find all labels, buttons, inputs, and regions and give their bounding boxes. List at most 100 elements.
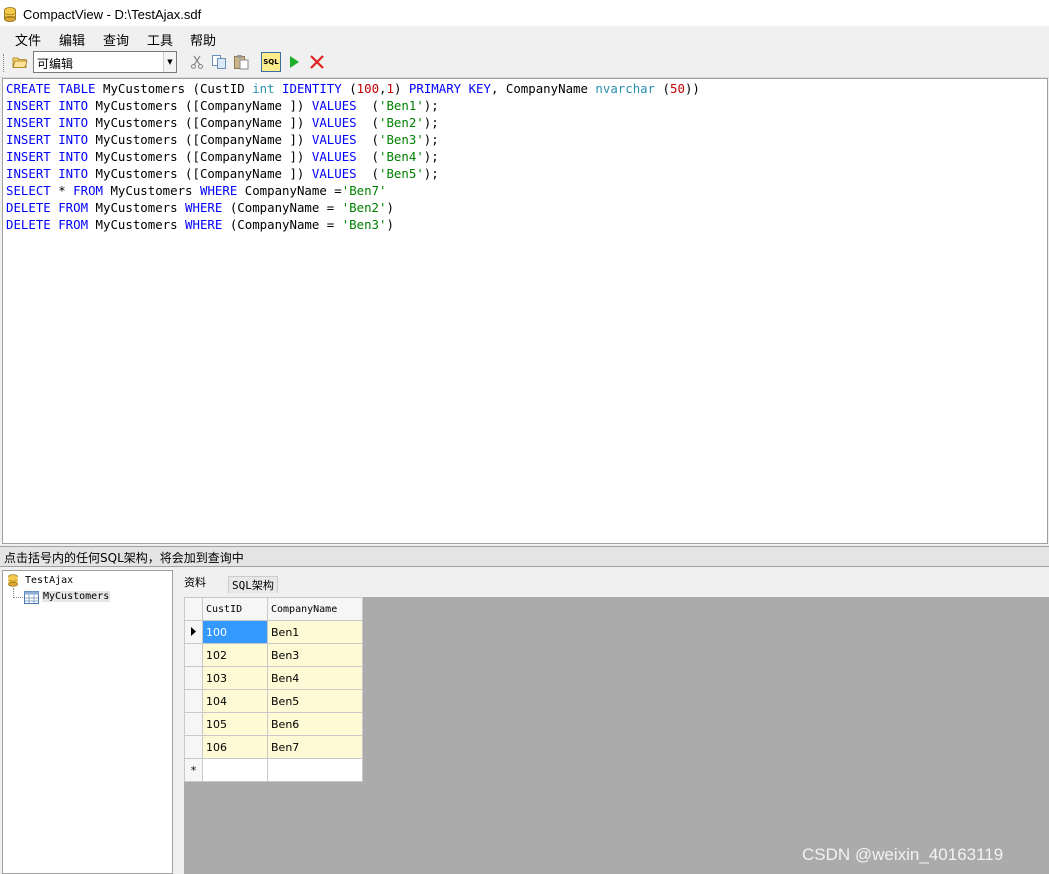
cell-new[interactable] [267,758,363,782]
toolbar-grip[interactable] [3,54,7,72]
menu-file[interactable]: 文件 [15,30,41,49]
code-line[interactable]: INSERT INTO MyCustomers ([CompanyName ])… [6,97,439,114]
cell-new[interactable] [202,758,268,782]
tree-table-mycustomers[interactable]: MyCustomers [42,591,111,602]
code-token: 100 [356,81,380,96]
code-line[interactable]: INSERT INTO MyCustomers ([CompanyName ])… [6,114,439,131]
row-selector-current[interactable] [184,620,203,644]
code-token: 'Ben3' [341,217,387,232]
table-row[interactable]: 103 Ben4 [184,666,363,690]
grid-area: CustID CompanyName 100 Ben1 102 Ben3 103 Ben4… [184,597,1049,874]
grid-corner[interactable] [184,597,203,621]
code-line[interactable]: DELETE FROM MyCustomers WHERE (CompanyNa… [6,199,394,216]
cell-custid[interactable]: 103 [202,666,268,690]
code-token: PRIMARY KEY [408,81,491,96]
code-token: ( [356,132,380,147]
cell-custid[interactable]: 104 [202,689,268,713]
code-token: 'Ben2' [341,200,387,215]
tab-data[interactable]: 资料 [184,574,206,590]
chevron-down-icon[interactable]: ▼ [163,52,176,72]
code-token: MyCustomers ([CompanyName ]) [88,132,312,147]
code-token: 'Ben2' [379,115,424,130]
cell-companyname[interactable]: Ben3 [267,643,363,667]
table-row[interactable]: 106 Ben7 [184,735,363,759]
code-token: INSERT INTO [6,98,89,113]
tab-sql-schema[interactable]: SQL架构 [228,576,278,593]
code-token: DELETE FROM [6,217,89,232]
code-token: SELECT [6,183,51,198]
sql-button[interactable]: SQL [261,52,281,72]
cell-companyname[interactable]: Ben6 [267,712,363,736]
code-token: WHERE [199,183,238,198]
cell-custid[interactable]: 106 [202,735,268,759]
menu-tools[interactable]: 工具 [147,30,173,49]
code-token: MyCustomers [88,217,186,232]
column-header-companyname[interactable]: CompanyName [267,597,363,621]
code-token: ); [423,115,439,130]
cell-custid[interactable]: 100 [202,620,268,644]
row-selector[interactable] [184,712,203,736]
code-line[interactable]: INSERT INTO MyCustomers ([CompanyName ])… [6,165,439,182]
code-token: 50 [670,81,685,96]
watermark: CSDN @weixin_40163119 [802,845,1004,864]
code-token: INSERT INTO [6,149,89,164]
code-token: VALUES [311,98,357,113]
code-line[interactable]: SELECT * FROM MyCustomers WHERE CompanyN… [6,182,387,199]
status-text: 点击括号内的任何SQL架构，将会加到查询中 [4,551,244,565]
code-token: VALUES [311,149,357,164]
row-selector[interactable] [184,689,203,713]
code-token: DELETE FROM [6,200,89,215]
code-token: WHERE [185,200,223,215]
row-selector[interactable] [184,643,203,667]
close-icon[interactable] [309,54,325,70]
code-token: ( [356,98,380,113]
cell-custid[interactable]: 102 [202,643,268,667]
cell-companyname[interactable]: Ben4 [267,666,363,690]
table-row[interactable]: 102 Ben3 [184,643,363,667]
cell-companyname[interactable]: Ben1 [267,620,363,644]
open-folder-icon[interactable] [12,54,28,70]
cell-companyname[interactable]: Ben7 [267,735,363,759]
code-token: 'Ben3' [379,132,424,147]
code-line[interactable]: CREATE TABLE MyCustomers (CustID int IDE… [6,80,700,97]
row-selector[interactable] [184,666,203,690]
database-icon [8,574,18,587]
code-token: 'Ben1' [379,98,424,113]
code-token: (CompanyName = [222,217,342,232]
code-token: MyCustomers ([CompanyName ]) [88,166,312,181]
table-row[interactable]: 100 Ben1 [184,620,363,644]
code-line[interactable]: INSERT INTO MyCustomers ([CompanyName ])… [6,148,439,165]
menu-edit[interactable]: 编辑 [59,30,85,49]
code-token: INSERT INTO [6,115,89,130]
table-row[interactable]: 104 Ben5 [184,689,363,713]
cut-icon[interactable] [189,54,205,70]
tree-database[interactable]: TestAjax [25,575,73,586]
code-token: ) [393,81,409,96]
code-token: INSERT INTO [6,132,89,147]
cell-companyname[interactable]: Ben5 [267,689,363,713]
code-token: MyCustomers ([CompanyName ]) [88,149,312,164]
table-row[interactable]: 105 Ben6 [184,712,363,736]
new-row-marker[interactable]: * [184,758,203,782]
code-token: (CompanyName = [222,200,342,215]
sql-editor[interactable]: CREATE TABLE MyCustomers (CustID int IDE… [2,78,1048,544]
code-line[interactable]: DELETE FROM MyCustomers WHERE (CompanyNa… [6,216,394,233]
cell-custid[interactable]: 105 [202,712,268,736]
toolbar: 可编辑 ▼ SQL [0,49,1049,78]
menu-help[interactable]: 帮助 [190,30,216,49]
code-token: ( [655,81,671,96]
row-selector[interactable] [184,735,203,759]
code-token: ); [423,98,439,113]
paste-icon[interactable] [233,54,249,70]
code-line[interactable]: INSERT INTO MyCustomers ([CompanyName ])… [6,131,439,148]
table-row-new[interactable]: * [184,758,363,782]
copy-icon[interactable] [211,54,227,70]
play-icon[interactable] [286,54,302,70]
mode-select[interactable]: 可编辑 ▼ [33,51,177,73]
menu-query[interactable]: 查询 [103,30,129,49]
column-header-custid[interactable]: CustID [202,597,268,621]
database-icon [4,7,16,22]
code-token: nvarchar [595,81,656,96]
code-token: 'Ben7' [341,183,387,198]
